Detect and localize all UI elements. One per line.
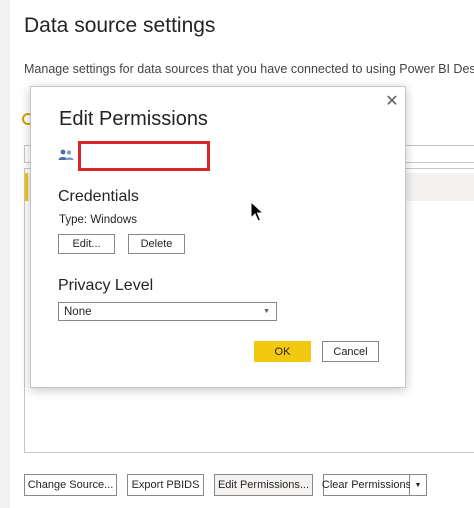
edit-permissions-dialog: ✕ Edit Permissions Credentials Type: Win… — [30, 86, 406, 388]
delete-credentials-button[interactable]: Delete — [128, 234, 185, 254]
credentials-type: Type: Windows — [59, 214, 137, 226]
people-icon — [58, 149, 74, 160]
page-description: Manage settings for data sources that yo… — [24, 62, 474, 76]
privacy-level-value: None — [64, 305, 92, 318]
export-pbids-button[interactable]: Export PBIDS — [127, 474, 204, 496]
data-source-name-redacted — [78, 141, 210, 171]
edit-credentials-button[interactable]: Edit... — [58, 234, 115, 254]
window-left-strip — [0, 0, 10, 508]
ok-button[interactable]: OK — [254, 341, 311, 362]
close-icon[interactable]: ✕ — [385, 94, 399, 110]
privacy-level-select[interactable]: None ▼ — [58, 302, 277, 321]
dialog-title: Edit Permissions — [59, 108, 208, 130]
cursor-icon — [250, 201, 264, 222]
chevron-down-icon: ▼ — [414, 481, 422, 489]
change-source-button[interactable]: Change Source... — [24, 474, 117, 496]
privacy-level-heading: Privacy Level — [58, 277, 154, 294]
clear-permissions-button[interactable]: Clear Permissions — [322, 474, 411, 496]
clear-permissions-dropdown[interactable]: ▼ — [410, 474, 427, 496]
page-title: Data source settings — [24, 14, 216, 37]
chevron-down-icon: ▼ — [263, 308, 270, 315]
credentials-heading: Credentials — [58, 188, 139, 205]
edit-permissions-button[interactable]: Edit Permissions... — [214, 474, 313, 496]
data-source-name — [81, 144, 207, 152]
cancel-button[interactable]: Cancel — [322, 341, 379, 362]
